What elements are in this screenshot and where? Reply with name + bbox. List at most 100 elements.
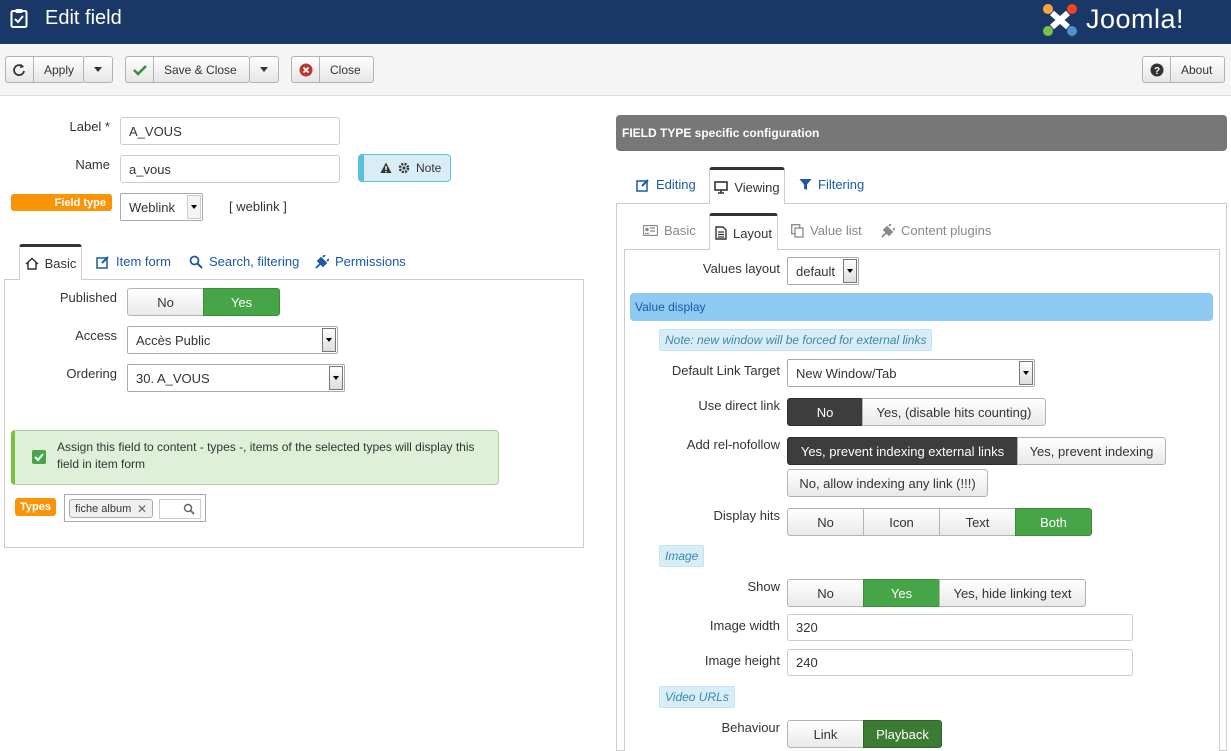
label-input[interactable]: A_VOUS xyxy=(120,117,340,145)
subtab-content-plugins[interactable]: Content plugins xyxy=(880,223,991,238)
published-yes-button[interactable]: Yes xyxy=(203,288,280,316)
chevron-down-icon xyxy=(1019,361,1033,385)
tab-editing[interactable]: Editing xyxy=(636,177,696,192)
field-type-label: Field type xyxy=(11,194,112,211)
subtab-layout[interactable]: Layout xyxy=(709,213,778,250)
joomla-logo: Joomla! xyxy=(1040,2,1225,38)
show-yes-button[interactable]: Yes xyxy=(863,579,940,607)
search-icon xyxy=(183,503,195,515)
show-no-button[interactable]: No xyxy=(787,579,864,607)
relnofollow-label: Add rel-nofollow xyxy=(686,437,780,452)
types-label: Types xyxy=(15,498,56,516)
home-icon xyxy=(25,257,39,270)
image-width-input[interactable]: 320 xyxy=(787,614,1133,641)
tab-basic[interactable]: Basic xyxy=(19,244,82,280)
remove-tag-icon[interactable]: ✕ xyxy=(137,502,147,516)
link-target-select[interactable]: New Window/Tab xyxy=(787,359,1035,387)
ordering-select[interactable]: 30. A_VOUS xyxy=(127,364,345,392)
apply-dropdown-button[interactable] xyxy=(83,56,113,83)
tab-search-filtering[interactable]: Search, filtering xyxy=(189,254,299,269)
link-target-label: Default Link Target xyxy=(671,363,780,378)
access-select[interactable]: Accès Public xyxy=(127,326,338,354)
close-circle-icon xyxy=(292,57,320,82)
tab-permissions[interactable]: Permissions xyxy=(314,254,406,269)
name-input[interactable]: a_vous xyxy=(120,155,340,183)
relnofollow-all-button[interactable]: Yes, prevent indexing xyxy=(1017,437,1166,465)
check-icon xyxy=(126,57,154,82)
apply-button[interactable]: Apply xyxy=(5,56,85,83)
svg-text:?: ? xyxy=(1153,66,1159,77)
gear-icon xyxy=(398,162,410,174)
behaviour-link-button[interactable]: Link xyxy=(787,720,864,748)
plug-icon xyxy=(315,254,329,269)
document-icon xyxy=(715,226,727,240)
access-value: Accès Public xyxy=(136,332,211,348)
ordering-value: 30. A_VOUS xyxy=(136,370,210,386)
label-field-label: Label * xyxy=(69,119,110,134)
behaviour-label: Behaviour xyxy=(721,720,780,735)
tab-filtering[interactable]: Filtering xyxy=(799,177,864,192)
assign-text: Assign this field to content - types -, … xyxy=(57,440,475,471)
monitor-icon xyxy=(714,180,729,194)
published-toggle: No Yes xyxy=(127,288,280,316)
relnofollow-external-button[interactable]: Yes, prevent indexing external links xyxy=(787,437,1018,465)
show-image-toggle: No Yes Yes, hide linking text xyxy=(787,579,1086,607)
subtab-basic-label: Basic xyxy=(664,223,696,238)
close-button[interactable]: Close xyxy=(291,56,374,83)
behaviour-playback-button[interactable]: Playback xyxy=(863,720,942,748)
types-multiselect[interactable]: fiche album ✕ xyxy=(64,494,206,522)
top-bar: Edit field Joomla! xyxy=(0,0,1231,44)
tab-viewing[interactable]: Viewing xyxy=(709,167,785,204)
show-label: Show xyxy=(747,579,780,594)
subtab-content-plugins-label: Content plugins xyxy=(901,223,992,238)
edit-icon xyxy=(636,178,649,192)
show-hide-text-button[interactable]: Yes, hide linking text xyxy=(939,579,1086,607)
close-label: Close xyxy=(330,62,361,77)
direct-link-toggle: No Yes, (disable hits counting) xyxy=(787,398,1046,426)
help-icon: ? xyxy=(1143,57,1171,82)
tab-viewing-label: Viewing xyxy=(734,179,780,195)
direct-link-label: Use direct link xyxy=(698,398,780,413)
relnofollow-none-button[interactable]: No, allow indexing any link (!!!) xyxy=(787,469,988,497)
field-type-code: [ weblink ] xyxy=(229,199,287,214)
hits-no-button[interactable]: No xyxy=(787,508,864,536)
external-links-note: Note: new window will be forced for exte… xyxy=(659,329,933,351)
tab-item-form[interactable]: Item form xyxy=(96,254,171,269)
checkbox-checked-icon[interactable] xyxy=(32,450,46,464)
subtab-basic[interactable]: Basic xyxy=(643,223,696,238)
display-hits-label: Display hits xyxy=(713,508,780,523)
field-type-config-header: FIELD TYPE specific configuration xyxy=(616,115,1227,151)
plug-icon xyxy=(881,223,895,238)
direct-link-yes-button[interactable]: Yes, (disable hits counting) xyxy=(862,398,1046,426)
hits-icon-button[interactable]: Icon xyxy=(863,508,940,536)
field-type-select[interactable]: Weblink xyxy=(120,193,203,221)
behaviour-toggle: Link Playback xyxy=(787,720,942,748)
save-close-button[interactable]: Save & Close xyxy=(125,56,250,83)
published-no-button[interactable]: No xyxy=(127,288,204,316)
filter-icon xyxy=(799,179,812,190)
values-layout-select[interactable]: default xyxy=(787,257,859,285)
types-search-input[interactable] xyxy=(159,499,201,519)
warning-icon xyxy=(380,162,392,173)
note-button[interactable]: Note xyxy=(358,154,451,182)
save-dropdown-button[interactable] xyxy=(249,56,279,83)
page-title: Edit field xyxy=(45,7,122,29)
about-button[interactable]: ? About xyxy=(1142,56,1225,83)
joomla-brand-text: Joomla! xyxy=(1086,4,1185,34)
subtab-layout-label: Layout xyxy=(732,225,773,241)
apply-label: Apply xyxy=(43,62,74,77)
edit-icon xyxy=(96,255,109,269)
chevron-down-icon xyxy=(843,259,857,283)
direct-link-no-button[interactable]: No xyxy=(787,398,863,426)
published-label: Published xyxy=(59,290,117,305)
image-height-input[interactable]: 240 xyxy=(787,649,1133,676)
hits-text-button[interactable]: Text xyxy=(939,508,1016,536)
hits-both-button[interactable]: Both xyxy=(1015,508,1092,536)
value-display-section: Value display xyxy=(630,293,1213,321)
values-layout-label: Values layout xyxy=(702,261,780,276)
tab-filtering-label: Filtering xyxy=(818,177,865,192)
joomla-logo-icon xyxy=(1043,4,1077,36)
subtab-value-list[interactable]: Value list xyxy=(791,223,862,238)
chevron-down-icon xyxy=(322,328,336,352)
video-section-label: Video URLs xyxy=(659,686,735,708)
